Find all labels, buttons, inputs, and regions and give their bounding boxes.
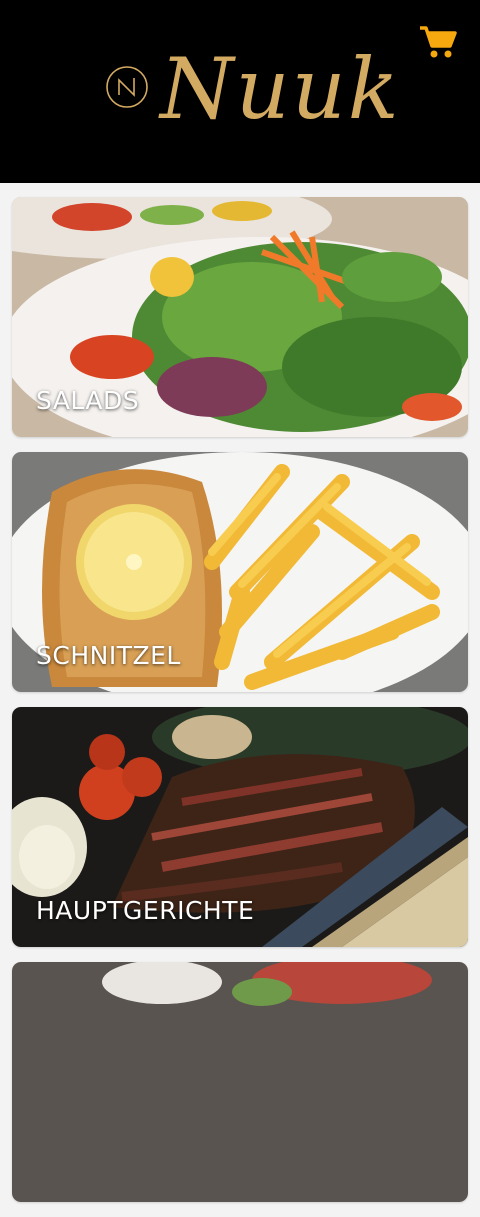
category-card-hauptgerichte[interactable]: HAUPTGERICHTE	[12, 707, 468, 947]
brand-logo[interactable]: Nuuk	[100, 34, 399, 144]
logo-emblem-icon	[106, 66, 148, 108]
category-card-schnitzel[interactable]: SCHNITZEL	[12, 452, 468, 692]
category-list: SALADS SCHNITZEL HAUPTGERICHTE	[12, 197, 468, 1217]
brand-name: Nuuk	[160, 40, 401, 138]
category-label: HAUPTGERICHTE	[36, 896, 255, 925]
category-label: SCHNITZEL	[36, 641, 181, 670]
category-card-salads[interactable]: SALADS	[12, 197, 468, 437]
category-card-more[interactable]	[12, 962, 468, 1202]
shopping-cart-icon[interactable]	[418, 22, 458, 62]
app-header: Nuuk	[0, 0, 480, 183]
dish-image	[12, 962, 468, 1202]
category-label: SALADS	[36, 386, 140, 415]
